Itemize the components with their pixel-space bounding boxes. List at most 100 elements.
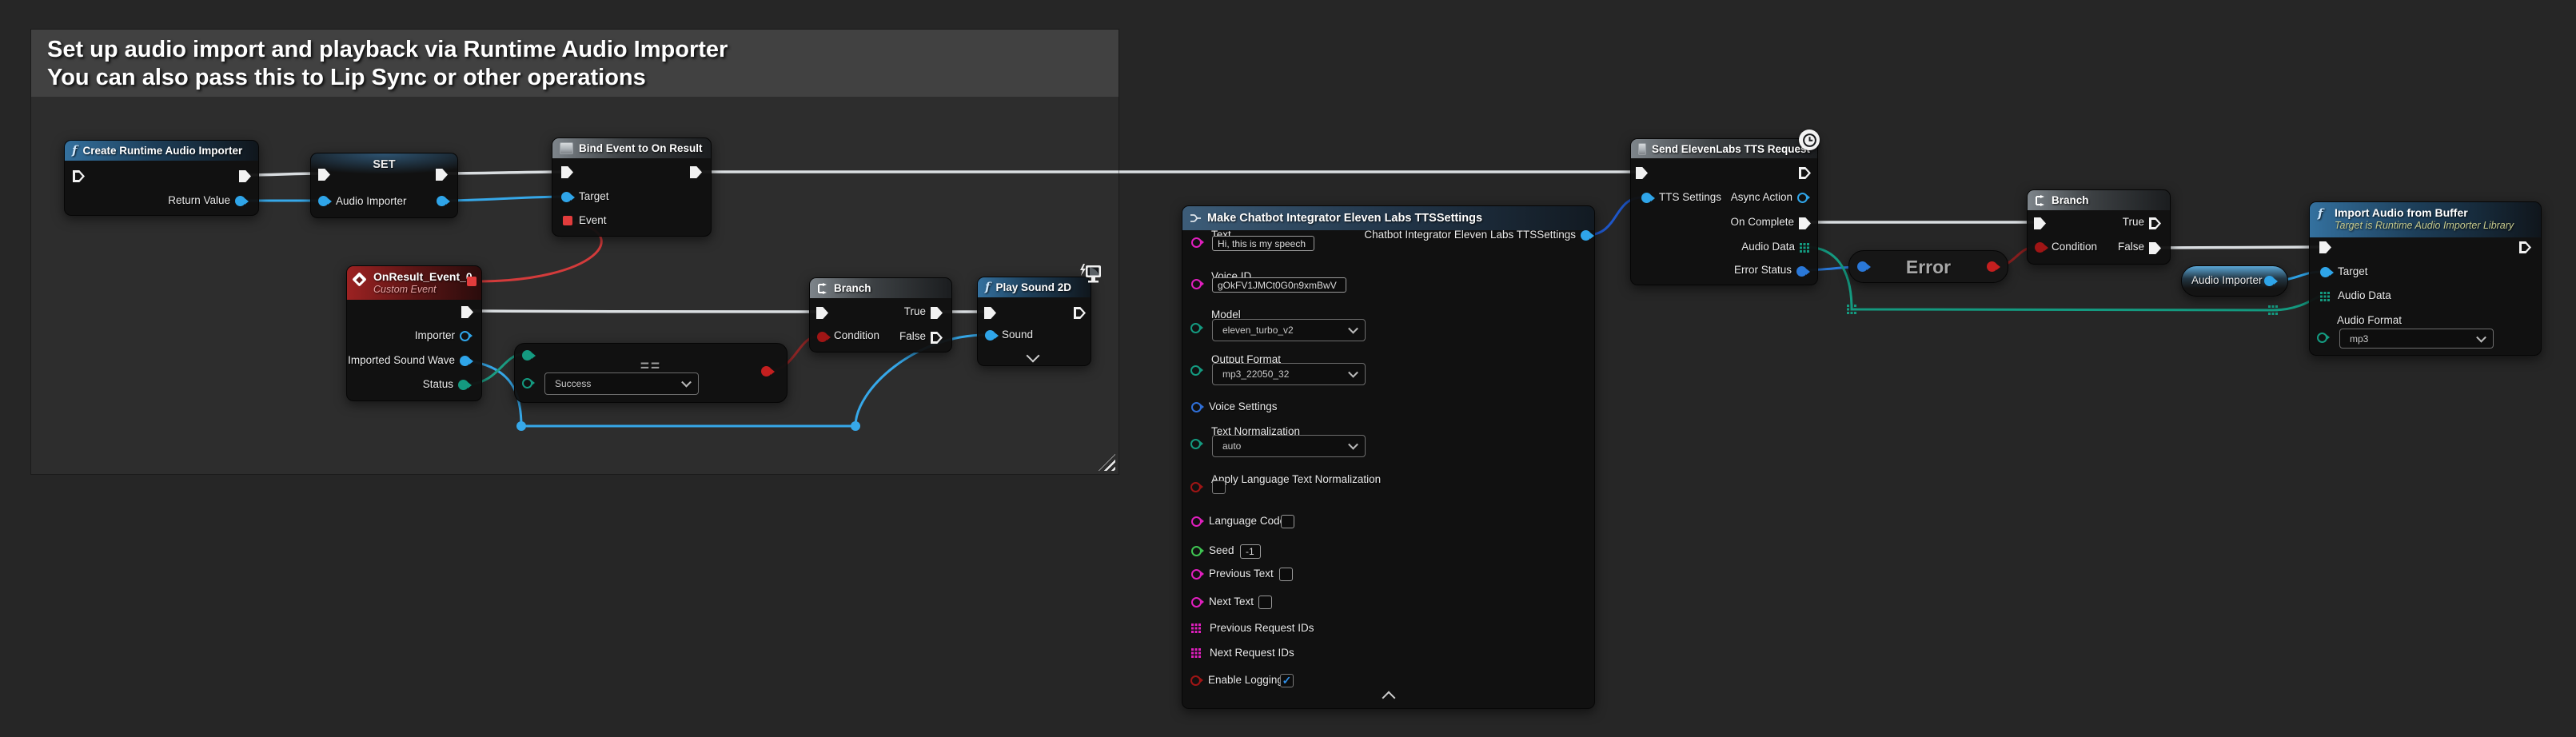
output-format-pin[interactable] [1190, 365, 1201, 376]
language-code-pin[interactable] [1191, 516, 1202, 527]
imported-sound-wave-pin[interactable] [460, 356, 470, 366]
on-complete-exec-pin[interactable] [1799, 217, 1811, 229]
model-dropdown[interactable]: eleven_turbo_v2 [1212, 319, 1366, 341]
node-branch-2[interactable]: Branch Condition True False [2027, 189, 2171, 265]
reroute-array-node[interactable] [1847, 305, 1856, 314]
exec-in-pin[interactable] [2034, 217, 2046, 229]
node-bind-event-to-on-result[interactable]: Bind Event to On Result Target Event [552, 137, 712, 237]
previous-request-ids-pin[interactable] [1191, 623, 1201, 633]
node-make-tts-settings[interactable]: Make Chatbot Integrator Eleven Labs TTSS… [1182, 205, 1595, 709]
seed-input[interactable]: -1 [1240, 544, 1261, 559]
node-send-elevenlabs-tts-request[interactable]: Send ElevenLabs TTS Request TTS Settings… [1630, 138, 1818, 285]
apply-lang-norm-pin[interactable] [1190, 482, 1201, 492]
audio-importer-out-pin[interactable] [437, 196, 447, 206]
exec-out-pin[interactable] [690, 166, 702, 178]
exec-in-pin[interactable] [73, 170, 85, 182]
exec-out-pin[interactable] [461, 306, 473, 318]
async-action-pin[interactable] [1797, 193, 1808, 203]
enable-logging-checkbox[interactable] [1280, 674, 1294, 687]
exec-out-pin[interactable] [1074, 307, 1086, 319]
false-exec-pin[interactable] [2149, 242, 2161, 254]
audio-importer-in-pin[interactable] [318, 196, 329, 206]
target-pin[interactable] [561, 192, 572, 202]
error-status-pin[interactable] [1796, 266, 1807, 277]
tts-settings-label: TTS Settings [1659, 191, 1721, 203]
previous-text-pin[interactable] [1191, 569, 1202, 580]
node-create-runtime-audio-importer[interactable]: f Create Runtime Audio Importer Return V… [64, 140, 259, 216]
equal-input-a-pin[interactable] [522, 350, 532, 361]
importer-pin[interactable] [460, 331, 470, 341]
tts-settings-pin[interactable] [1641, 193, 1652, 203]
node-header: OnResult_Event_0 Custom Event [347, 266, 481, 300]
next-request-ids-pin[interactable] [1191, 648, 1201, 658]
node-equal-enum[interactable]: == Success [514, 343, 788, 403]
node-set-audio-importer[interactable]: SET Audio Importer [310, 153, 458, 218]
output-format-dropdown[interactable]: mp3_22050_32 [1212, 363, 1366, 385]
comment-header[interactable]: Set up audio import and playback via Run… [31, 30, 1119, 97]
error-input-pin[interactable] [1857, 261, 1868, 272]
delegate-out-pin[interactable] [467, 277, 477, 286]
audio-importer-out-pin[interactable] [2264, 276, 2275, 286]
exec-in-pin[interactable] [816, 307, 828, 319]
async-task-icon [1638, 143, 1646, 155]
text-pin[interactable] [1191, 237, 1202, 248]
error-result-pin[interactable] [1987, 261, 1997, 272]
enable-logging-pin[interactable] [1190, 675, 1201, 686]
exec-out-pin[interactable] [2519, 241, 2531, 253]
enum-value-dropdown[interactable]: Success [544, 372, 699, 395]
apply-lang-norm-checkbox[interactable] [1212, 480, 1226, 494]
sound-pin[interactable] [985, 330, 995, 341]
node-get-audio-importer[interactable]: Audio Importer [2181, 265, 2288, 297]
node-onresult-custom-event[interactable]: OnResult_Event_0 Custom Event Importer I… [346, 265, 482, 401]
node-branch-1[interactable]: Branch Condition True False [809, 277, 952, 353]
node-subtitle: Custom Event [373, 284, 474, 296]
node-import-audio-from-buffer[interactable]: f Import Audio from Buffer Target is Run… [2309, 201, 2542, 356]
voice-id-pin[interactable] [1191, 279, 1202, 289]
node-title: Import Audio from Buffer [2335, 205, 2534, 220]
expand-chevron-icon[interactable] [1027, 349, 1040, 363]
audio-format-pin[interactable] [2317, 333, 2327, 343]
true-exec-pin[interactable] [931, 307, 943, 319]
exec-in-pin[interactable] [2319, 241, 2331, 253]
audio-data-pin[interactable] [1800, 243, 1809, 253]
exec-out-pin[interactable] [1799, 167, 1811, 179]
exec-in-pin[interactable] [1636, 167, 1648, 179]
previous-text-input[interactable] [1279, 568, 1293, 581]
condition-pin[interactable] [817, 332, 827, 342]
text-normalization-dropdown[interactable]: auto [1212, 435, 1366, 457]
text-normalization-pin[interactable] [1190, 439, 1201, 449]
audio-data-pin[interactable] [2320, 292, 2330, 301]
exec-in-pin[interactable] [318, 169, 330, 181]
equal-result-pin[interactable] [761, 366, 772, 376]
output-struct-pin[interactable] [1581, 230, 1591, 241]
reroute-array-node[interactable] [2268, 305, 2278, 315]
status-pin[interactable] [458, 380, 469, 390]
voice-settings-pin[interactable] [1191, 402, 1202, 412]
collapse-chevron-icon[interactable] [1382, 691, 1396, 705]
equal-input-b-pin[interactable] [522, 378, 532, 388]
comment-resize-handle[interactable] [1099, 454, 1115, 471]
return-value-pin[interactable] [235, 196, 245, 206]
exec-in-pin[interactable] [984, 307, 996, 319]
condition-pin[interactable] [2035, 242, 2045, 253]
node-play-sound-2d[interactable]: f Play Sound 2D Sound [977, 277, 1091, 366]
next-text-pin[interactable] [1191, 597, 1202, 608]
seed-pin[interactable] [1191, 546, 1202, 556]
next-text-input[interactable] [1258, 596, 1272, 609]
language-code-input[interactable] [1281, 515, 1294, 528]
target-pin[interactable] [2320, 267, 2331, 277]
model-pin[interactable] [1190, 323, 1201, 333]
event-delegate-pin[interactable] [563, 216, 572, 225]
false-exec-pin[interactable] [931, 332, 943, 344]
text-input[interactable]: Hi, this is my speech [1212, 236, 1314, 251]
true-exec-pin[interactable] [2149, 217, 2161, 229]
exec-out-pin[interactable] [436, 169, 448, 181]
blueprint-graph-canvas[interactable]: Set up audio import and playback via Run… [0, 0, 2576, 737]
exec-in-pin[interactable] [561, 166, 573, 178]
node-title: Send ElevenLabs TTS Request [1652, 143, 1810, 155]
node-error-compare[interactable]: Error [1848, 250, 2008, 283]
audio-format-dropdown[interactable]: mp3 [2339, 329, 2494, 349]
exec-out-pin[interactable] [239, 170, 251, 182]
audio-format-label: Audio Format [2337, 314, 2402, 326]
voice-id-input[interactable]: gOkFV1JMCt0G0n9xmBwV [1212, 277, 1346, 293]
